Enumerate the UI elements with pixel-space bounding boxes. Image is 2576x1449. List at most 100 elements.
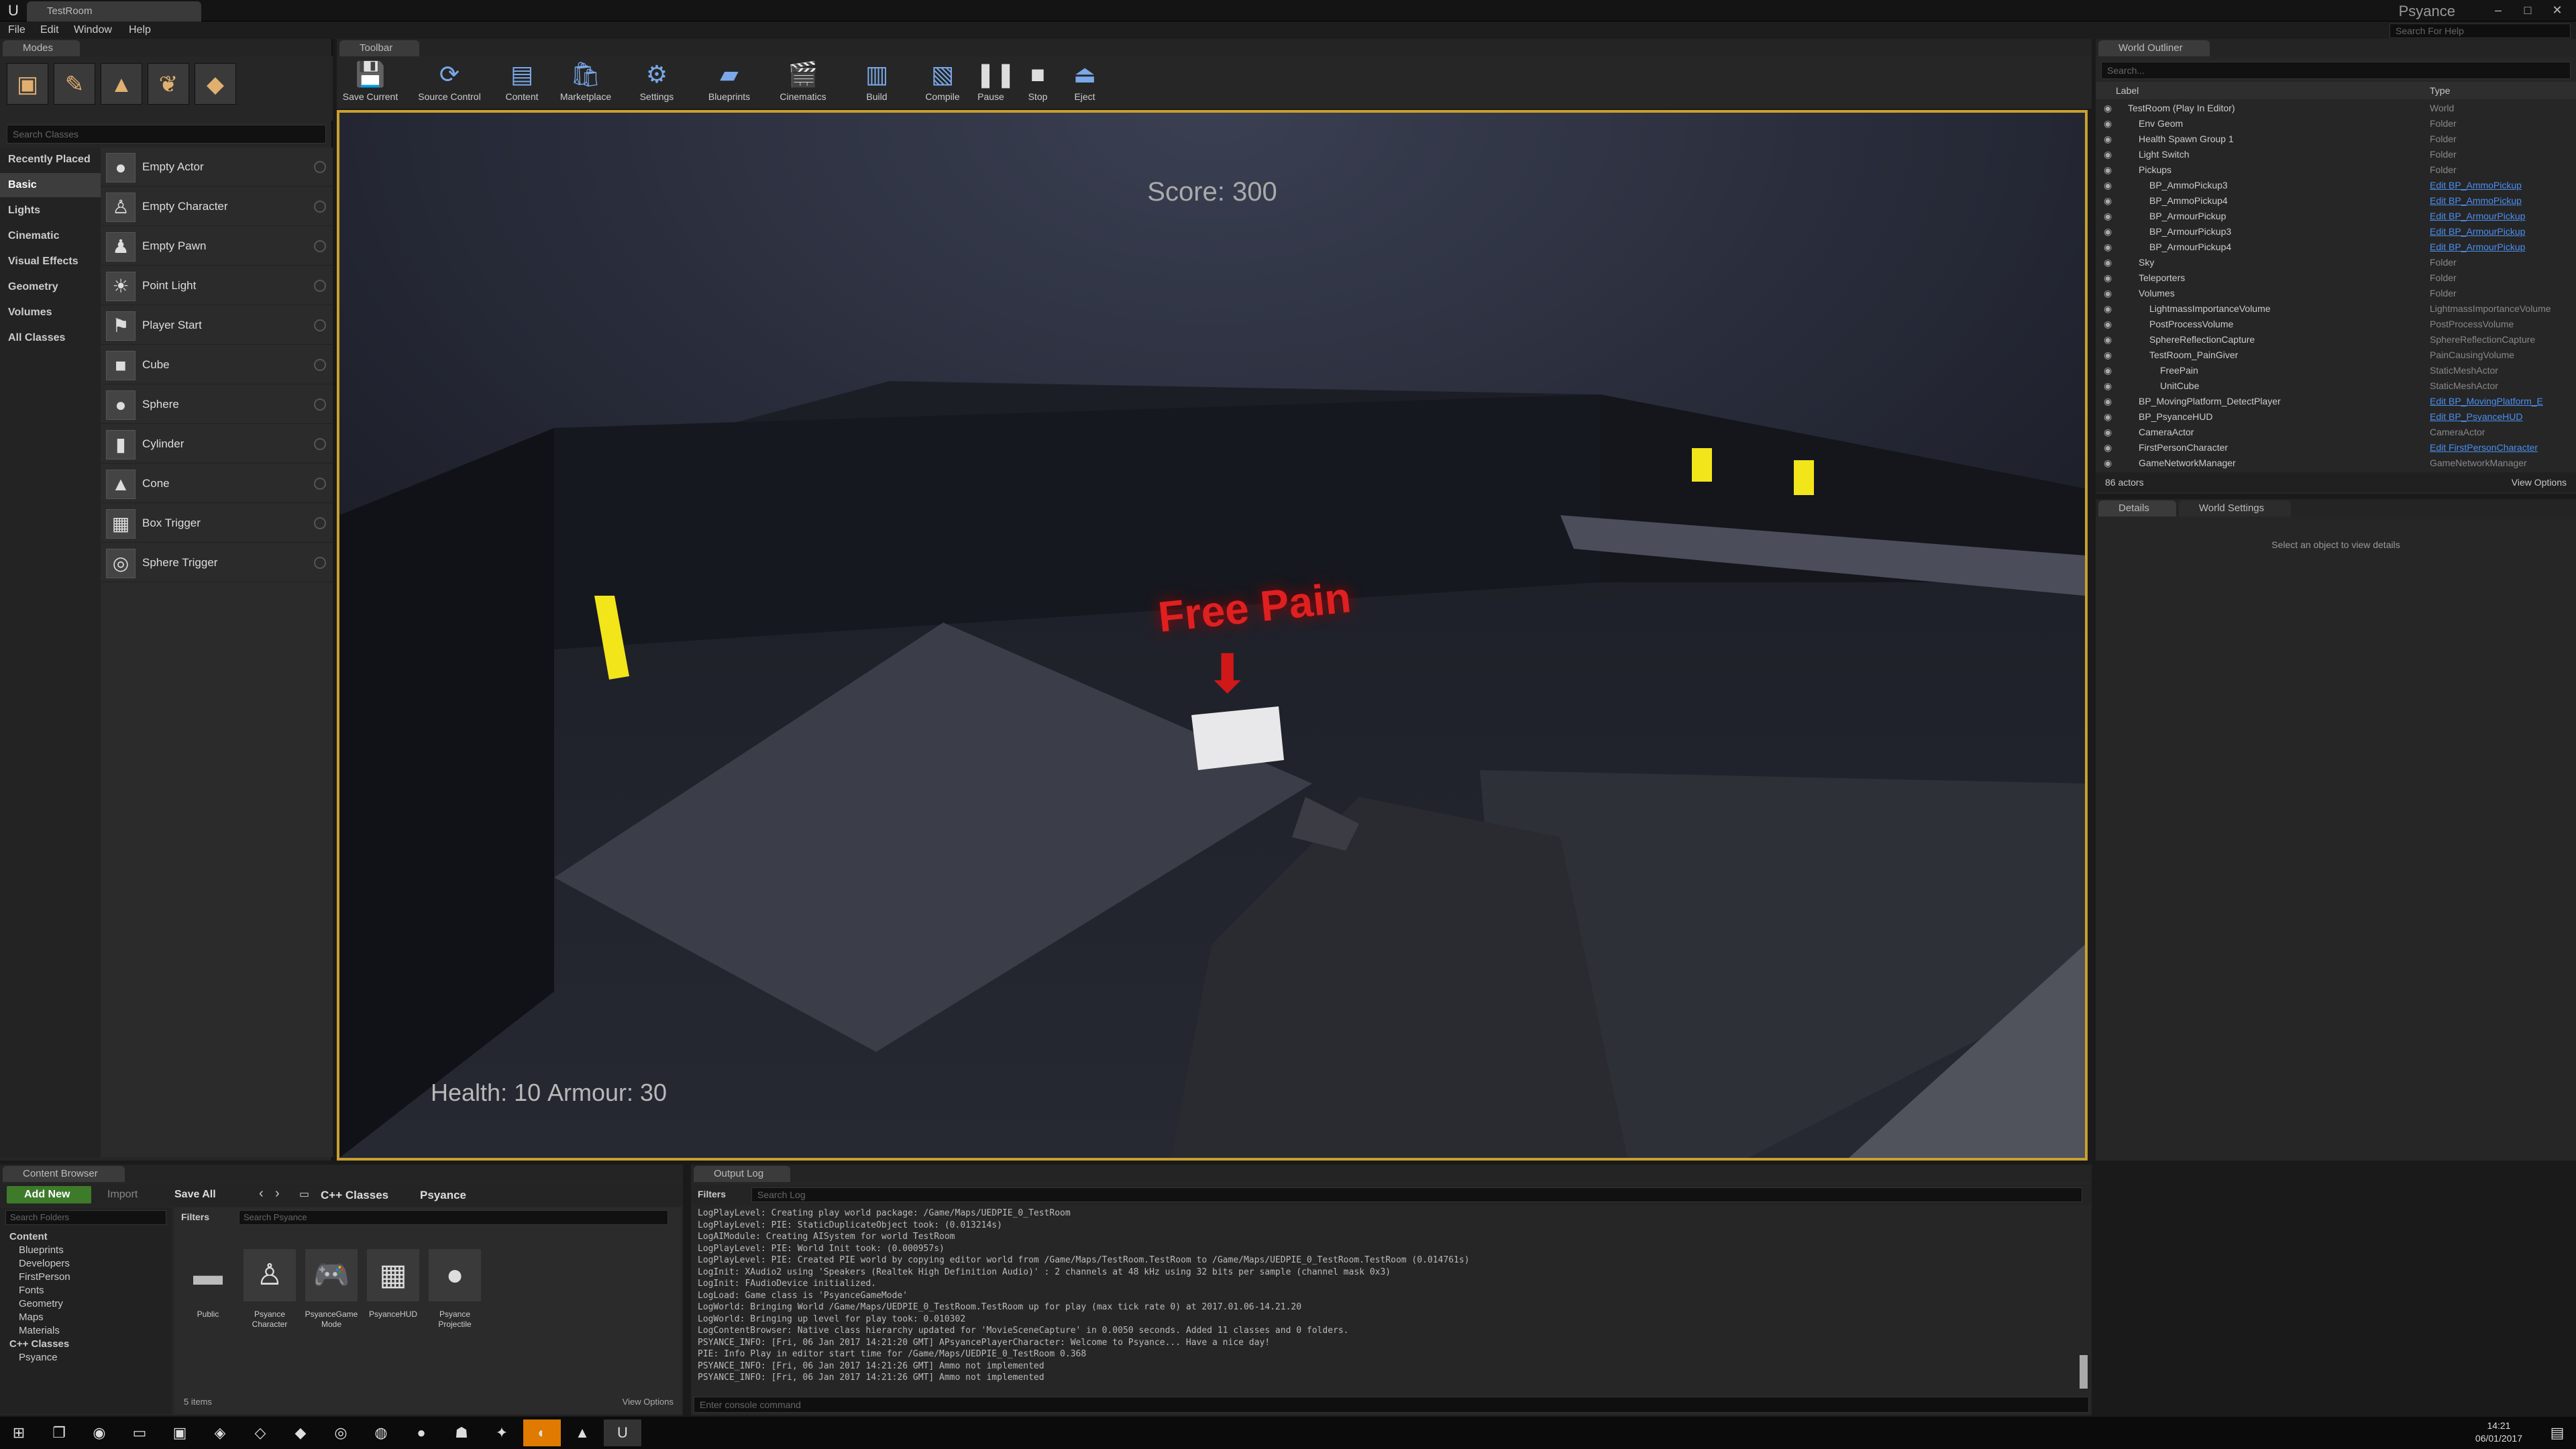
geometry-mode-icon[interactable]: ◆ — [195, 63, 236, 105]
search-folders-input[interactable]: Search Folders — [5, 1210, 166, 1225]
foliage-mode-icon[interactable]: ❦ — [148, 63, 189, 105]
app-icon[interactable]: ◐ — [523, 1419, 561, 1446]
visibility-eye-icon[interactable]: ◉ — [2104, 455, 2112, 471]
system-clock[interactable]: 14:21 06/01/2017 — [2475, 1419, 2522, 1445]
outliner-row[interactable]: ◉ Teleporters Folder — [2096, 270, 2572, 286]
folder-item[interactable]: FirstPerson — [19, 1271, 70, 1284]
help-icon[interactable] — [314, 280, 326, 292]
menu-file[interactable]: File — [8, 21, 25, 39]
edit-blueprint-link[interactable]: Edit BP_AmmoPickup — [2430, 193, 2571, 209]
eject-button[interactable]: ⏏ Eject — [1061, 59, 1108, 106]
toolbar-tab[interactable]: Toolbar — [339, 40, 420, 56]
outliner-search-input[interactable]: Search... — [2101, 62, 2571, 79]
outliner-row[interactable]: ◉ Light Switch Folder — [2096, 147, 2572, 162]
outliner-row[interactable]: ◉ SphereReflectionCapture SphereReflection… — [2096, 332, 2572, 347]
import-button[interactable]: Import — [107, 1189, 138, 1201]
app-icon[interactable]: ▣ — [161, 1419, 199, 1446]
class-item-empty-pawn[interactable]: ♟ Empty Pawn — [101, 227, 333, 266]
console-input[interactable]: Enter console command — [694, 1397, 2089, 1413]
visibility-eye-icon[interactable]: ◉ — [2104, 286, 2112, 301]
edit-blueprint-link[interactable]: Edit BP_AmmoPickup — [2430, 178, 2571, 193]
level-tab[interactable]: TestRoom — [27, 1, 201, 21]
help-icon[interactable] — [314, 319, 326, 331]
app-icon[interactable]: ◆ — [282, 1419, 319, 1446]
log-filters-button[interactable]: Filters — [698, 1189, 726, 1199]
column-label[interactable]: Label — [2116, 82, 2139, 99]
help-icon[interactable] — [314, 359, 326, 371]
outliner-row[interactable]: ◉ CameraActor CameraActor — [2096, 425, 2572, 440]
visibility-eye-icon[interactable]: ◉ — [2104, 224, 2112, 239]
folder-item[interactable]: C++ Classes — [9, 1338, 69, 1351]
visibility-eye-icon[interactable]: ◉ — [2104, 332, 2112, 347]
modes-tab[interactable]: Modes — [3, 40, 80, 56]
category-geometry[interactable]: Geometry — [0, 275, 101, 299]
class-item-cube[interactable]: ■ Cube — [101, 345, 333, 384]
edit-blueprint-link[interactable]: Edit BP_ArmourPickup — [2430, 224, 2571, 239]
asset-psyance-character[interactable]: ♙ Psyance Character — [241, 1249, 298, 1336]
asset-psyance-projectile[interactable]: ● Psyance Projectile — [427, 1249, 483, 1336]
place-mode-icon[interactable]: ▣ — [7, 63, 48, 105]
class-item-sphere[interactable]: ● Sphere — [101, 385, 333, 424]
outliner-row[interactable]: ◉ BP_ArmourPickup4 Edit BP_ArmourPickup — [2096, 239, 2572, 255]
content-button[interactable]: ▤ Content — [495, 59, 549, 106]
save-current-button[interactable]: 💾 Save Current — [337, 59, 404, 106]
folder-item[interactable]: Blueprints — [19, 1244, 64, 1257]
outliner-row[interactable]: ◉ FreePain StaticMeshActor — [2096, 363, 2572, 378]
maximize-icon[interactable]: □ — [2514, 1, 2541, 19]
visibility-eye-icon[interactable]: ◉ — [2104, 378, 2112, 394]
visibility-eye-icon[interactable]: ◉ — [2104, 193, 2112, 209]
visibility-eye-icon[interactable]: ◉ — [2104, 209, 2112, 224]
unreal-editor-icon[interactable]: U — [604, 1419, 641, 1446]
visibility-eye-icon[interactable]: ◉ — [2104, 162, 2112, 178]
outliner-row[interactable]: ◉ GameNetworkManager GameNetworkManager — [2096, 455, 2572, 471]
settings-button[interactable]: ⚙ Settings — [627, 59, 687, 106]
outliner-row[interactable]: ◉ TestRoom_PainGiver PainCausingVolume — [2096, 347, 2572, 363]
edit-blueprint-link[interactable]: Edit BP_MovingPlatform_E — [2430, 394, 2571, 409]
visibility-eye-icon[interactable]: ◉ — [2104, 317, 2112, 332]
category-basic[interactable]: Basic — [0, 173, 101, 197]
class-item-box-trigger[interactable]: ▦ Box Trigger — [101, 504, 333, 543]
path-psyance[interactable]: Psyance — [420, 1189, 466, 1202]
visibility-eye-icon[interactable]: ◉ — [2104, 239, 2112, 255]
visibility-eye-icon[interactable]: ◉ — [2104, 147, 2112, 162]
help-icon[interactable] — [314, 161, 326, 173]
class-item-sphere-trigger[interactable]: ◎ Sphere Trigger — [101, 543, 333, 582]
category-volumes[interactable]: Volumes — [0, 301, 101, 325]
app-icon[interactable]: ▲ — [564, 1419, 601, 1446]
source-control-button[interactable]: ⟳ Source Control — [409, 59, 490, 106]
outliner-row[interactable]: ◉ Pickups Folder — [2096, 162, 2572, 178]
notifications-icon[interactable]: ▤ — [2544, 1419, 2571, 1446]
category-cinematic[interactable]: Cinematic — [0, 224, 101, 248]
category-visual-effects[interactable]: Visual Effects — [0, 250, 101, 274]
visibility-eye-icon[interactable]: ◉ — [2104, 301, 2112, 317]
outliner-row[interactable]: ◉ BP_PsyanceHUD Edit BP_PsyanceHUD — [2096, 409, 2572, 425]
folder-item[interactable]: Materials — [19, 1324, 60, 1338]
app-icon[interactable]: ☗ — [443, 1419, 480, 1446]
back-arrow-icon[interactable]: ‹ — [259, 1186, 264, 1201]
menu-help[interactable]: Help — [129, 21, 151, 39]
class-item-cylinder[interactable]: ▮ Cylinder — [101, 425, 333, 464]
category-recently-placed[interactable]: Recently Placed — [0, 148, 101, 172]
visibility-eye-icon[interactable]: ◉ — [2104, 409, 2112, 425]
marketplace-button[interactable]: 🛍 Marketplace — [549, 59, 623, 106]
class-item-empty-character[interactable]: ♙ Empty Character — [101, 187, 333, 226]
edit-blueprint-link[interactable]: Edit BP_ArmourPickup — [2430, 239, 2571, 255]
help-search-input[interactable]: Search For Help — [2390, 23, 2571, 38]
log-scrollbar[interactable] — [2080, 1355, 2088, 1389]
outliner-row[interactable]: ◉ PostProcessVolume PostProcessVolume — [2096, 317, 2572, 332]
game-viewport[interactable]: Score: 300 Free Pain ⬇ Health: 10 Armour… — [337, 110, 2088, 1161]
minimize-icon[interactable]: – — [2485, 1, 2512, 19]
folder-item[interactable]: Content — [9, 1230, 48, 1244]
folder-item[interactable]: Psyance — [19, 1351, 58, 1364]
outliner-row[interactable]: ◉ Volumes Folder — [2096, 286, 2572, 301]
details-tab[interactable]: Details — [2098, 500, 2176, 517]
visibility-eye-icon[interactable]: ◉ — [2104, 425, 2112, 440]
class-item-point-light[interactable]: ☀ Point Light — [101, 266, 333, 305]
app-icon[interactable]: ◍ — [362, 1419, 400, 1446]
outliner-row[interactable]: ◉ LightmassImportanceVolume LightmassImpor… — [2096, 301, 2572, 317]
outliner-row[interactable]: ◉ Sky Folder — [2096, 255, 2572, 270]
help-icon[interactable] — [314, 517, 326, 529]
outliner-row[interactable]: ◉ Health Spawn Group 1 Folder — [2096, 131, 2572, 147]
world-outliner-tab[interactable]: World Outliner — [2098, 40, 2210, 56]
visibility-eye-icon[interactable]: ◉ — [2104, 178, 2112, 193]
